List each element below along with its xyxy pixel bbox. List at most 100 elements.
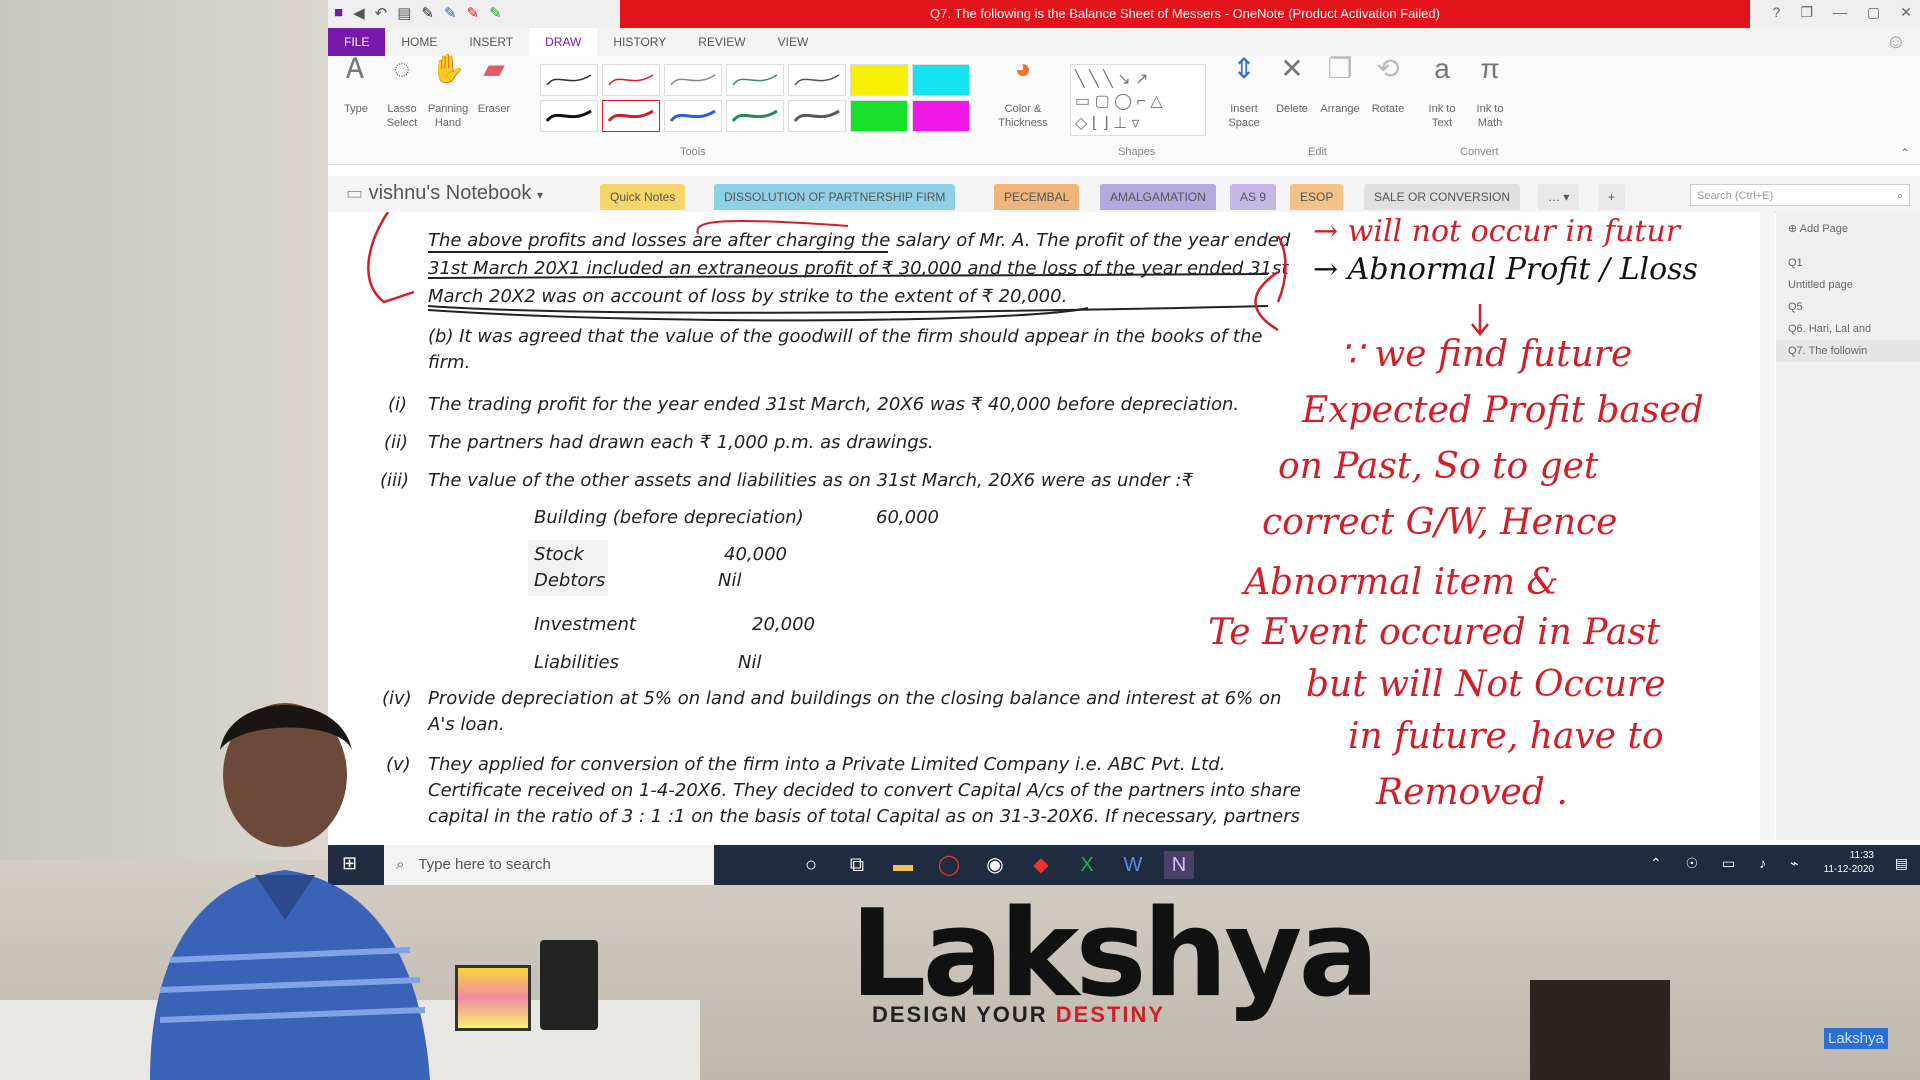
- minimize-icon[interactable]: —: [1833, 4, 1847, 21]
- highlighter-green[interactable]: [850, 100, 908, 132]
- acrobat-icon[interactable]: ◆: [1026, 851, 1056, 879]
- section-tab-as9[interactable]: AS 9: [1230, 184, 1277, 210]
- maximize-icon[interactable]: ▢: [1867, 4, 1880, 21]
- close-icon[interactable]: ✕: [1900, 4, 1912, 21]
- pen-blue-icon[interactable]: ✎: [444, 4, 457, 22]
- shelf: [1530, 980, 1670, 1080]
- pen-black-thick[interactable]: [540, 100, 598, 132]
- clock[interactable]: 11:33 11-12-2020: [1824, 849, 1874, 877]
- opera-icon[interactable]: ◯: [934, 851, 964, 879]
- delete-label: Delete: [1276, 103, 1308, 115]
- pen-teal-thin[interactable]: [726, 64, 784, 96]
- restore-icon[interactable]: ❐: [1800, 4, 1813, 21]
- pen-red-thick[interactable]: [602, 100, 660, 132]
- arrange-button[interactable]: ❐ Arrange: [1316, 55, 1364, 116]
- pen-green-thick[interactable]: [726, 100, 784, 132]
- lakshya-tagline: DESIGN YOUR DESTINY: [872, 1002, 1165, 1028]
- page-item-q6[interactable]: Q6. Hari, Lal and: [1776, 318, 1920, 340]
- eraser-icon: ▰: [483, 53, 505, 84]
- word-icon[interactable]: W: [1118, 851, 1148, 879]
- delete-icon: ✕: [1280, 53, 1304, 84]
- tab-draw[interactable]: DRAW: [529, 28, 598, 56]
- insert-space-icon: ⇕: [1232, 53, 1256, 84]
- highlighter-yellow[interactable]: [850, 64, 908, 96]
- rotate-label: Rotate: [1371, 103, 1405, 115]
- page-item-q7[interactable]: Q7. The followin: [1776, 340, 1920, 362]
- tab-file[interactable]: FILE: [328, 28, 386, 56]
- more-sections-button[interactable]: … ▾: [1538, 184, 1580, 210]
- pen-red-thin[interactable]: [602, 64, 660, 96]
- task-view-icon[interactable]: ⧉: [842, 851, 872, 879]
- tab-insert[interactable]: INSERT: [453, 28, 529, 56]
- color-thickness-button[interactable]: ◕ Color & Thickness: [990, 55, 1056, 130]
- notebook-dropdown[interactable]: ▭ vishnu's Notebook ▾: [346, 182, 543, 205]
- pen-green-icon[interactable]: ✎: [489, 4, 502, 22]
- pen-holder: [540, 940, 598, 1030]
- pen-red-icon[interactable]: ✎: [467, 4, 480, 22]
- cortana-icon[interactable]: ○: [796, 851, 826, 879]
- page-item-untitled[interactable]: Untitled page: [1776, 274, 1920, 296]
- page-canvas[interactable]: The above profits and losses are after c…: [328, 212, 1760, 840]
- ink-to-text-button[interactable]: a Ink to Text: [1418, 55, 1466, 130]
- eraser-button[interactable]: ▰ Eraser: [470, 53, 518, 116]
- handnote-line4: Expected Profit based: [1302, 390, 1704, 431]
- color-thickness-label: Color & Thickness: [998, 103, 1048, 129]
- search-input[interactable]: Search (Ctrl+E) ⌕: [1690, 184, 1910, 206]
- add-page-button[interactable]: ⊕ Add Page: [1776, 212, 1920, 240]
- rotate-icon: ⟲: [1376, 53, 1400, 84]
- page-item-q1[interactable]: Q1: [1776, 252, 1920, 274]
- page-scrollbar[interactable]: [1760, 212, 1774, 840]
- pen-dark-thin[interactable]: [788, 64, 846, 96]
- section-tab-dissolution[interactable]: DISSOLUTION OF PARTNERSHIP FIRM: [714, 184, 956, 210]
- windows-taskbar: ⊞ ⌕ Type here to search ○ ⧉ ▬ ◯ ◉ ◆ X W …: [328, 845, 1920, 885]
- search-placeholder: Search (Ctrl+E): [1697, 190, 1774, 202]
- dock-icon[interactable]: ▤: [397, 4, 411, 22]
- lasso-icon: ◌: [393, 53, 411, 84]
- rotate-button[interactable]: ⟲ Rotate: [1364, 53, 1412, 116]
- back-icon[interactable]: ◀: [353, 4, 365, 22]
- pen-black-thin[interactable]: [540, 64, 598, 96]
- handnote-line8: Te Event occured in Past: [1208, 612, 1661, 653]
- insert-space-button[interactable]: ⇕ Insert Space: [1220, 53, 1268, 130]
- type-button[interactable]: Ꭺ Type: [332, 53, 380, 116]
- undo-icon[interactable]: ↶: [375, 4, 388, 22]
- delete-button[interactable]: ✕ Delete: [1268, 53, 1316, 116]
- pen-olive-thick[interactable]: [788, 100, 846, 132]
- section-tab-esop[interactable]: ESOP: [1290, 184, 1344, 210]
- file-explorer-icon[interactable]: ▬: [888, 851, 918, 879]
- collapse-ribbon-icon[interactable]: ⌃: [1900, 146, 1910, 160]
- tray-icons[interactable]: ⌃ ☉ ▭ ♪ ⌁: [1650, 855, 1809, 872]
- highlighter-magenta[interactable]: [912, 100, 970, 132]
- pen-gray-thin[interactable]: [664, 64, 722, 96]
- help-icon[interactable]: ?: [1773, 4, 1781, 21]
- notification-icon[interactable]: ▤: [1895, 855, 1908, 872]
- tab-view[interactable]: VIEW: [762, 28, 825, 56]
- search-icon: ⌕: [1896, 190, 1903, 202]
- tab-review[interactable]: REVIEW: [682, 28, 761, 56]
- chevron-down-icon: ▾: [536, 188, 543, 202]
- section-tab-sale-or-conversion[interactable]: SALE OR CONVERSION: [1364, 184, 1521, 210]
- excel-icon[interactable]: X: [1072, 851, 1102, 879]
- panning-hand-button[interactable]: ✋ Panning Hand: [424, 55, 472, 130]
- section-tab-quick-notes[interactable]: Quick Notes: [600, 184, 686, 210]
- ink-to-math-button[interactable]: π Ink to Math: [1466, 55, 1514, 130]
- handnote-line6: correct G/W, Hence: [1262, 502, 1618, 543]
- type-icon: Ꭺ: [346, 53, 366, 84]
- user-avatar-icon[interactable]: ☺: [1886, 31, 1906, 54]
- lasso-select-button[interactable]: ◌ Lasso Select: [378, 53, 426, 130]
- onenote-screen: ■ ◀ ↶ ▤ ✎ ✎ ✎ ✎ Q7. The following is the…: [328, 0, 1920, 885]
- pen-black-icon[interactable]: ✎: [421, 4, 434, 22]
- chrome-icon[interactable]: ◉: [980, 851, 1010, 879]
- pen-blue-thick[interactable]: [664, 100, 722, 132]
- tab-history[interactable]: HISTORY: [597, 28, 682, 56]
- shapes-gallery[interactable]: ╲ ╲ ╲ ↘ ↗ ▭ ▢ ◯ ⌐ △ ◇ ⌊ ⌋ ⊥ ▿: [1070, 64, 1206, 136]
- tab-home[interactable]: HOME: [385, 28, 453, 56]
- add-section-button[interactable]: +: [1598, 184, 1626, 210]
- section-tab-pecembal[interactable]: PECEMBAL: [994, 184, 1080, 210]
- handnote-line7: Abnormal item &: [1244, 562, 1559, 603]
- page-item-q5[interactable]: Q5: [1776, 296, 1920, 318]
- highlighter-cyan[interactable]: [912, 64, 970, 96]
- tagline-part2: DESTINY: [1055, 1002, 1166, 1027]
- onenote-taskbar-icon[interactable]: N: [1164, 851, 1194, 879]
- section-tab-amalgamation[interactable]: AMALGAMATION: [1100, 184, 1216, 210]
